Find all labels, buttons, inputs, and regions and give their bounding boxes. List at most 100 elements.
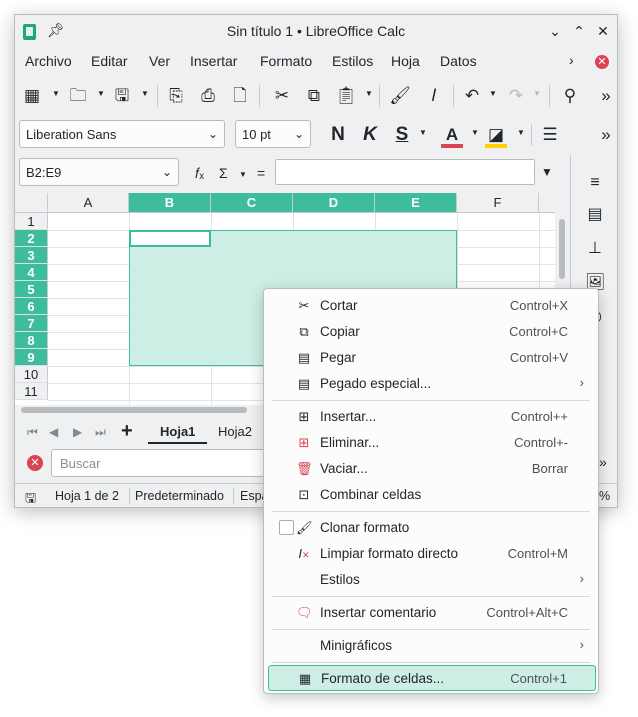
- row-header-7[interactable]: 7: [15, 315, 48, 332]
- horizontal-scroll-thumb[interactable]: [21, 407, 247, 413]
- chevron-down-icon[interactable]: ▼: [141, 90, 149, 98]
- column-header-f[interactable]: F: [457, 193, 539, 213]
- menu-item-vaciar[interactable]: 🗑︎ Vaciar... Borrar: [268, 456, 596, 482]
- chevron-down-icon[interactable]: ▼: [239, 170, 247, 179]
- column-header-b[interactable]: B: [129, 193, 211, 213]
- menu-hoja[interactable]: Hoja: [391, 53, 420, 69]
- export-pdf-icon[interactable]: ⎘: [165, 85, 187, 107]
- italic-icon[interactable]: K: [359, 124, 381, 146]
- next-sheet-icon[interactable]: ▶: [73, 425, 82, 439]
- formula-input[interactable]: [275, 159, 535, 185]
- sheet-tab-hoja1[interactable]: Hoja1: [148, 424, 208, 444]
- chevron-down-icon[interactable]: ▼: [365, 90, 373, 98]
- column-header-e[interactable]: E: [375, 193, 457, 213]
- menu-item-limpiar-formato[interactable]: I✕ Limpiar formato directo Control+M: [268, 541, 596, 567]
- font-color-icon[interactable]: A: [441, 124, 463, 148]
- select-all-corner[interactable]: [15, 193, 48, 213]
- menu-item-clonar-formato[interactable]: 🖌︎ Clonar formato: [268, 515, 596, 541]
- document-modified-icon[interactable]: 🖫: [25, 489, 36, 507]
- row-header-4[interactable]: 4: [15, 264, 48, 281]
- copy-icon[interactable]: ⧉: [303, 85, 325, 107]
- name-box[interactable]: B2:E9 ⌄: [19, 158, 179, 186]
- properties-icon[interactable]: ▤: [585, 205, 605, 225]
- menu-formato[interactable]: Formato: [260, 53, 312, 69]
- menu-overflow-chevron-icon[interactable]: ›: [569, 52, 574, 68]
- bold-icon[interactable]: N: [327, 124, 349, 146]
- chevron-down-icon[interactable]: ▼: [52, 90, 60, 98]
- maximize-icon[interactable]: ⌃: [569, 21, 589, 41]
- paste-icon[interactable]: 📋︎: [335, 85, 357, 107]
- menu-item-insertar-comentario[interactable]: 🗨︎ Insertar comentario Control+Alt+C: [268, 600, 596, 626]
- menu-item-estilos[interactable]: Estilos ›: [268, 567, 596, 593]
- expand-formula-bar-icon[interactable]: ▼: [541, 165, 553, 179]
- toolbar-overflow-icon[interactable]: »: [595, 124, 617, 146]
- print-icon[interactable]: ⎙: [197, 85, 219, 107]
- print-preview-icon[interactable]: 🗋: [229, 85, 251, 107]
- zoom-percent[interactable]: %: [599, 489, 610, 503]
- sum-icon[interactable]: Σ: [219, 165, 228, 181]
- menu-archivo[interactable]: Archivo: [25, 53, 72, 69]
- menu-item-eliminar[interactable]: ⊞ Eliminar... Control+-: [268, 430, 596, 456]
- menu-item-pegado-especial[interactable]: ▤ Pegado especial... ›: [268, 371, 596, 397]
- horizontal-scrollbar[interactable]: [19, 405, 269, 415]
- first-sheet-icon[interactable]: ⏮: [27, 425, 38, 440]
- save-icon[interactable]: 🖫: [111, 85, 133, 107]
- table-icon[interactable]: ▦: [21, 85, 43, 107]
- vertical-scroll-thumb[interactable]: [559, 219, 565, 279]
- menu-ver[interactable]: Ver: [149, 53, 170, 69]
- font-size-combo[interactable]: 10 pt ⌄: [235, 120, 311, 148]
- menu-estilos[interactable]: Estilos: [332, 53, 373, 69]
- chevron-down-icon[interactable]: ▼: [419, 129, 427, 137]
- close-find-icon[interactable]: ✕: [27, 455, 43, 471]
- menu-datos[interactable]: Datos: [440, 53, 477, 69]
- menu-item-pegar[interactable]: ▤ Pegar Control+V: [268, 345, 596, 371]
- open-folder-icon[interactable]: 🗀: [67, 85, 89, 107]
- redo-icon[interactable]: ↷: [505, 85, 527, 107]
- align-left-icon[interactable]: ☰: [539, 124, 561, 146]
- active-cell-b2[interactable]: [129, 230, 211, 247]
- menu-item-copiar[interactable]: ⧉ Copiar Control+C: [268, 319, 596, 345]
- sheet-tab-hoja2[interactable]: Hoja2: [218, 424, 252, 439]
- row-header-11[interactable]: 11: [15, 383, 48, 400]
- search-icon[interactable]: ⚲: [559, 85, 581, 107]
- page-style[interactable]: Predeterminado: [135, 489, 224, 503]
- function-wizard-icon[interactable]: 𝑓ₓ: [195, 165, 204, 182]
- chevron-down-icon[interactable]: ▼: [517, 129, 525, 137]
- cut-icon[interactable]: ✂: [271, 85, 293, 107]
- column-header-c[interactable]: C: [211, 193, 293, 213]
- column-header-d[interactable]: D: [293, 193, 375, 213]
- row-header-2[interactable]: 2: [15, 230, 48, 247]
- highlight-color-icon[interactable]: ◪: [485, 124, 507, 148]
- add-sheet-icon[interactable]: +: [121, 420, 133, 443]
- previous-sheet-icon[interactable]: ◀: [49, 425, 58, 439]
- find-input[interactable]: Buscar: [51, 449, 271, 477]
- row-header-9[interactable]: 9: [15, 349, 48, 366]
- menu-item-minigraficos[interactable]: Minigráficos ›: [268, 633, 596, 659]
- close-document-icon[interactable]: ✕: [595, 55, 609, 69]
- font-name-combo[interactable]: Liberation Sans ⌄: [19, 120, 225, 148]
- row-header-6[interactable]: 6: [15, 298, 48, 315]
- chevron-down-icon[interactable]: ▼: [533, 90, 541, 98]
- chevron-down-icon[interactable]: ▼: [97, 90, 105, 98]
- menu-item-combinar-celdas[interactable]: ⊡ Combinar celdas: [268, 482, 596, 508]
- menu-editar[interactable]: Editar: [91, 53, 128, 69]
- row-header-3[interactable]: 3: [15, 247, 48, 264]
- minimize-icon[interactable]: ⌄: [545, 21, 565, 41]
- menu-item-formato-de-celdas[interactable]: ▦ Formato de celdas... Control+1: [268, 665, 596, 691]
- chevron-down-icon[interactable]: ▼: [489, 90, 497, 98]
- menu-insertar[interactable]: Insertar: [190, 53, 237, 69]
- menu-item-insertar[interactable]: ⊞ Insertar... Control++: [268, 404, 596, 430]
- last-sheet-icon[interactable]: ⏭: [95, 425, 106, 440]
- sidebar-menu-icon[interactable]: ≡: [585, 173, 605, 193]
- clear-format-icon[interactable]: 𝐼: [423, 85, 445, 107]
- toolbar-overflow-icon[interactable]: »: [595, 85, 617, 107]
- row-header-1[interactable]: 1: [15, 213, 48, 230]
- close-icon[interactable]: ✕: [593, 21, 613, 41]
- find-overflow-icon[interactable]: »: [599, 454, 607, 470]
- row-header-10[interactable]: 10: [15, 366, 48, 383]
- styles-icon[interactable]: ⊥: [585, 239, 605, 259]
- equals-icon[interactable]: =: [257, 165, 265, 181]
- menu-item-cortar[interactable]: ✂ Cortar Control+X: [268, 293, 596, 319]
- row-header-8[interactable]: 8: [15, 332, 48, 349]
- clone-format-checkbox[interactable]: [279, 520, 294, 535]
